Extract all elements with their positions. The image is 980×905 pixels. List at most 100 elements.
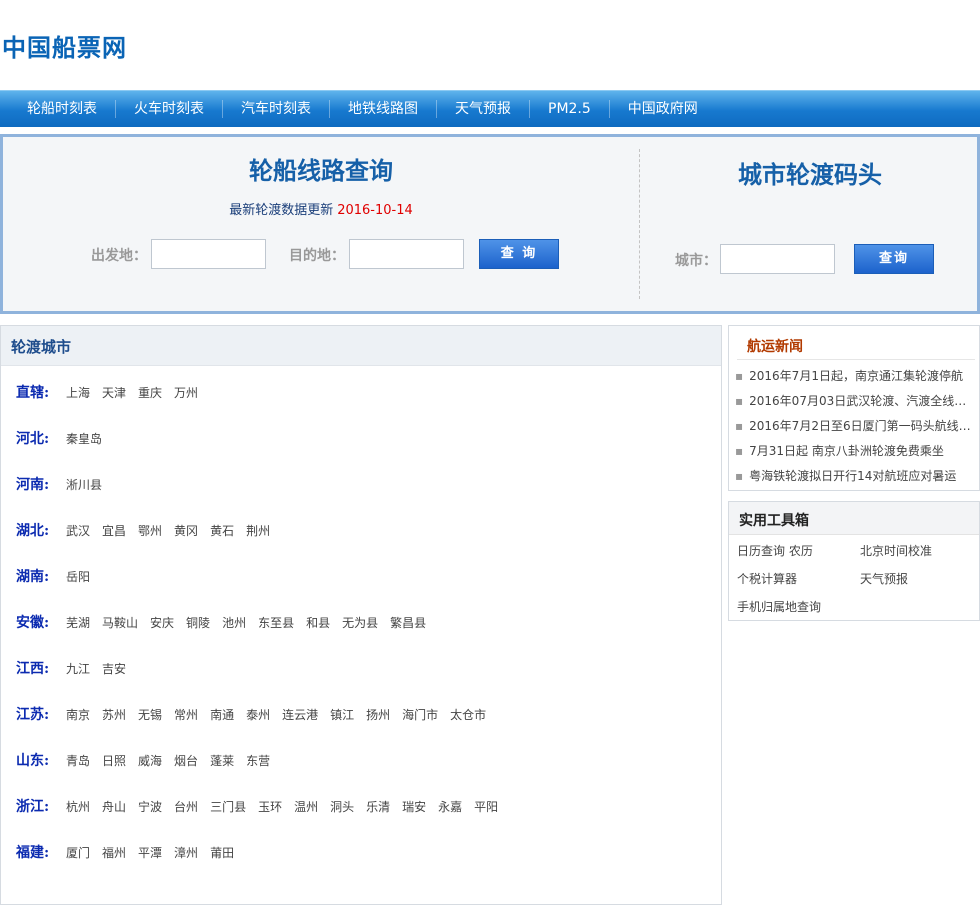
city-link[interactable]: 池州 [222, 614, 246, 631]
city-link[interactable]: 安庆 [150, 614, 174, 631]
city-link[interactable]: 南京 [66, 706, 90, 723]
city-link[interactable]: 上海 [66, 384, 90, 401]
province-row: 河南: 淅川县 [16, 473, 114, 495]
bullet-icon: ▪ [735, 369, 744, 383]
city-link[interactable]: 重庆 [138, 384, 162, 401]
city-input[interactable] [720, 244, 835, 274]
city-link[interactable]: 繁昌县 [390, 614, 426, 631]
city-link[interactable]: 淅川县 [66, 476, 102, 493]
city-link[interactable]: 无锡 [138, 706, 162, 723]
province-name: 湖南: [16, 569, 50, 585]
nav-item-ship-schedule[interactable]: 轮船时刻表 [0, 100, 116, 118]
city-link[interactable]: 黄石 [210, 522, 234, 539]
nav-item-train-schedule[interactable]: 火车时刻表 [116, 100, 223, 118]
city-link[interactable]: 南通 [210, 706, 234, 723]
toolbox-panel: 实用工具箱 日历查询 农历 北京时间校准 个税计算器 天气预报 手机归属地查询 [728, 501, 980, 621]
city-link[interactable]: 九江 [66, 660, 90, 677]
news-item[interactable]: ▪ 2016年7月1日起，南京通江集轮渡停航 [735, 367, 975, 385]
city-link[interactable]: 洞头 [330, 798, 354, 815]
city-link[interactable]: 海门市 [402, 706, 438, 723]
city-link[interactable]: 莆田 [210, 844, 234, 861]
site-title[interactable]: 中国船票网 [2, 28, 127, 63]
city-link[interactable]: 威海 [138, 752, 162, 769]
news-item[interactable]: ▪ 2016年7月2日至6日厦门第一码头航线部分停航 [735, 417, 975, 435]
city-link[interactable]: 福州 [102, 844, 126, 861]
ferry-cities-header: 轮渡城市 [1, 326, 721, 366]
news-item-text[interactable]: 2016年7月2日至6日厦门第一码头航线部分停航 [749, 419, 975, 433]
city-link[interactable]: 无为县 [342, 614, 378, 631]
city-link[interactable]: 烟台 [174, 752, 198, 769]
city-link[interactable]: 芜湖 [66, 614, 90, 631]
nav-item-gov[interactable]: 中国政府网 [610, 100, 716, 118]
city-link[interactable]: 东至县 [258, 614, 294, 631]
from-input[interactable] [151, 239, 266, 269]
province-row: 湖南: 岳阳 [16, 565, 102, 587]
city-link[interactable]: 苏州 [102, 706, 126, 723]
news-item[interactable]: ▪ 粤海铁轮渡拟日开行14对航班应对暑运 [735, 467, 975, 485]
city-link[interactable]: 平潭 [138, 844, 162, 861]
city-link[interactable]: 玉环 [258, 798, 282, 815]
province-row: 湖北: 武汉 宜昌 鄂州 黄冈 黄石 荆州 [16, 519, 282, 541]
city-link[interactable]: 常州 [174, 706, 198, 723]
city-link[interactable]: 黄冈 [174, 522, 198, 539]
city-link[interactable]: 荆州 [246, 522, 270, 539]
city-link[interactable]: 乐清 [366, 798, 390, 815]
pier-search-button[interactable]: 查询 [854, 244, 934, 274]
city-link[interactable]: 瑞安 [402, 798, 426, 815]
city-link[interactable]: 太仓市 [450, 706, 486, 723]
city-link[interactable]: 三门县 [210, 798, 246, 815]
city-link[interactable]: 马鞍山 [102, 614, 138, 631]
city-link[interactable]: 秦皇岛 [66, 430, 102, 447]
news-item[interactable]: ▪ 7月31日起 南京八卦洲轮渡免费乘坐 [735, 442, 975, 460]
city-link[interactable]: 天津 [102, 384, 126, 401]
city-link[interactable]: 万州 [174, 384, 198, 401]
news-item[interactable]: ▪ 2016年07月03日武汉轮渡、汽渡全线停航 [735, 392, 975, 410]
news-item-text[interactable]: 粤海铁轮渡拟日开行14对航班应对暑运 [749, 469, 956, 483]
city-link[interactable]: 蓬莱 [210, 752, 234, 769]
city-link[interactable]: 武汉 [66, 522, 90, 539]
nav-item-bus-schedule[interactable]: 汽车时刻表 [223, 100, 330, 118]
nav-item-pm25[interactable]: PM2.5 [530, 100, 610, 118]
tool-beijing-time[interactable]: 北京时间校准 [860, 542, 932, 559]
city-link[interactable]: 漳州 [174, 844, 198, 861]
city-link[interactable]: 吉安 [102, 660, 126, 677]
province-row: 直辖: 上海 天津 重庆 万州 [16, 381, 210, 403]
nav-item-weather[interactable]: 天气预报 [437, 100, 530, 118]
city-link[interactable]: 青岛 [66, 752, 90, 769]
city-link[interactable]: 东营 [246, 752, 270, 769]
city-link[interactable]: 连云港 [282, 706, 318, 723]
city-link[interactable]: 厦门 [66, 844, 90, 861]
news-item-text[interactable]: 7月31日起 南京八卦洲轮渡免费乘坐 [749, 444, 944, 458]
tool-weather[interactable]: 天气预报 [860, 570, 908, 587]
pier-search: 城市轮渡码头 城市： 查询 [643, 137, 977, 311]
city-link[interactable]: 岳阳 [66, 568, 90, 585]
tool-calendar[interactable]: 日历查询 农历 [737, 542, 813, 559]
province-name: 福建: [16, 845, 50, 861]
city-link[interactable]: 鄂州 [138, 522, 162, 539]
update-date: 2016-10-14 [337, 203, 413, 218]
city-label: 城市： [675, 253, 717, 269]
route-search-button[interactable]: 查 询 [479, 239, 559, 269]
city-link[interactable]: 台州 [174, 798, 198, 815]
news-item-text[interactable]: 2016年7月1日起，南京通江集轮渡停航 [749, 369, 963, 383]
to-input[interactable] [349, 239, 464, 269]
city-link[interactable]: 镇江 [330, 706, 354, 723]
news-item-text[interactable]: 2016年07月03日武汉轮渡、汽渡全线停航 [749, 394, 975, 408]
city-link[interactable]: 和县 [306, 614, 330, 631]
city-link[interactable]: 温州 [294, 798, 318, 815]
city-link[interactable]: 杭州 [66, 798, 90, 815]
city-link[interactable]: 宁波 [138, 798, 162, 815]
city-link[interactable]: 平阳 [474, 798, 498, 815]
city-link[interactable]: 日照 [102, 752, 126, 769]
city-link[interactable]: 铜陵 [186, 614, 210, 631]
city-link[interactable]: 永嘉 [438, 798, 462, 815]
nav-item-subway-map[interactable]: 地铁线路图 [330, 100, 437, 118]
province-name: 湖北: [16, 523, 50, 539]
city-link[interactable]: 舟山 [102, 798, 126, 815]
tool-phone-lookup[interactable]: 手机归属地查询 [737, 598, 821, 615]
city-link[interactable]: 宜昌 [102, 522, 126, 539]
city-link[interactable]: 泰州 [246, 706, 270, 723]
main-nav: 轮船时刻表 火车时刻表 汽车时刻表 地铁线路图 天气预报 PM2.5 中国政府网 [0, 90, 980, 127]
tool-tax-calculator[interactable]: 个税计算器 [737, 570, 797, 587]
city-link[interactable]: 扬州 [366, 706, 390, 723]
